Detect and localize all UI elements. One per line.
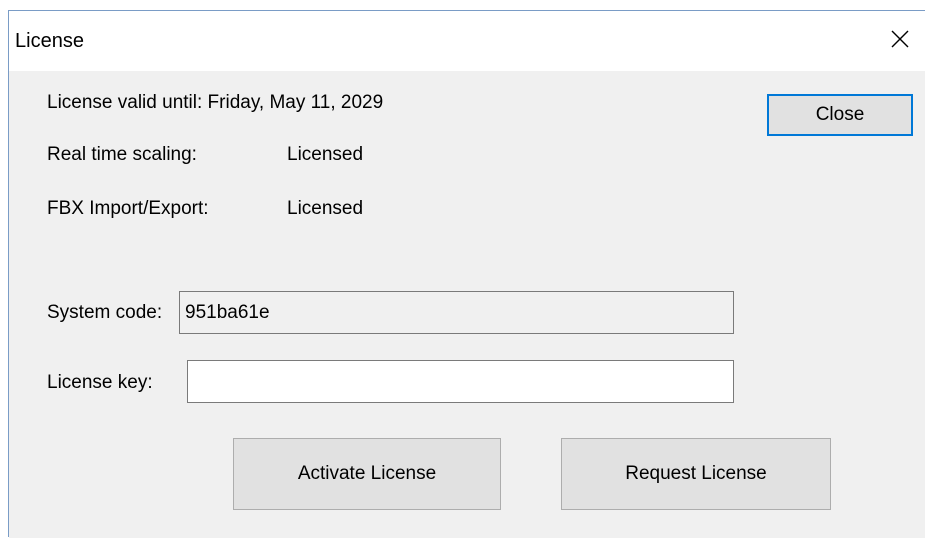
feature-status-fbx-import-export: Licensed	[287, 198, 364, 219]
activate-license-label: Activate License	[297, 463, 437, 484]
license-valid-until-text: License valid until: Friday, May 11, 202…	[47, 92, 384, 113]
close-icon	[891, 30, 909, 53]
close-button[interactable]: Close	[767, 94, 913, 136]
license-key-label: License key:	[47, 372, 153, 393]
feature-status-real-time-scaling: Licensed	[287, 144, 364, 165]
activate-license-button[interactable]: Activate License	[233, 438, 501, 510]
close-button-label: Close	[815, 104, 865, 125]
request-license-button[interactable]: Request License	[561, 438, 831, 510]
dialog-body: License valid until: Friday, May 11, 202…	[9, 71, 925, 538]
system-code-field[interactable]	[179, 291, 734, 334]
window-title: License	[15, 30, 84, 52]
feature-name-real-time-scaling: Real time scaling:	[47, 144, 197, 165]
feature-name-fbx-import-export: FBX Import/Export:	[47, 198, 209, 219]
license-key-input[interactable]	[187, 360, 734, 403]
system-code-label: System code:	[47, 302, 163, 323]
request-license-label: Request License	[625, 463, 767, 484]
license-dialog: License License valid until: Friday, May…	[8, 10, 925, 538]
title-close-button[interactable]	[875, 11, 925, 71]
title-bar[interactable]: License	[9, 11, 925, 71]
